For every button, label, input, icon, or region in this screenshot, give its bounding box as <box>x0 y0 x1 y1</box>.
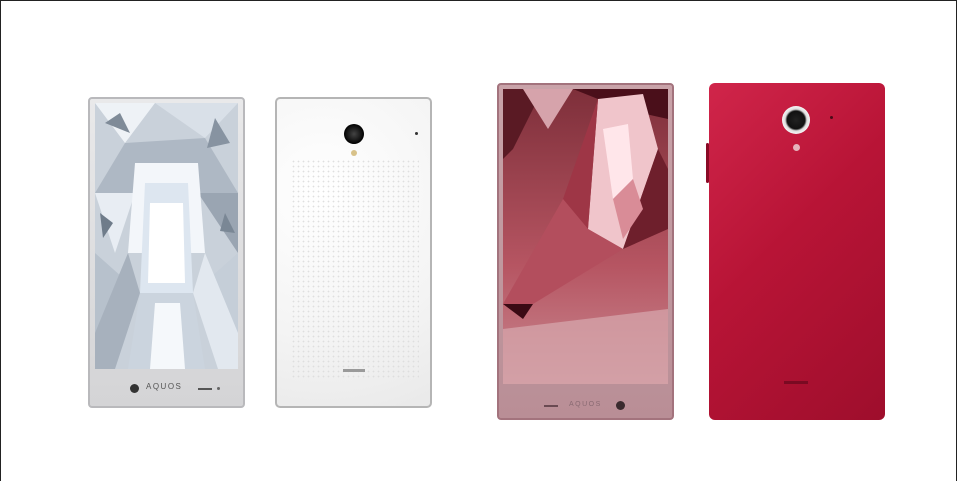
phone-white-back <box>275 97 432 408</box>
brand-logo: AQUOS <box>569 401 602 408</box>
front-camera-icon <box>130 384 139 393</box>
brand-mark <box>784 381 808 384</box>
sensor-dot <box>415 132 418 135</box>
earpiece-slot <box>198 388 212 390</box>
sensor-dot <box>217 387 220 390</box>
rear-camera-icon <box>782 106 810 134</box>
brand-logo: AQUOS <box>146 382 183 391</box>
earpiece-slot <box>544 405 558 407</box>
diamond-wallpaper-graphic <box>95 103 238 369</box>
rear-camera-icon <box>344 124 364 144</box>
flash-icon <box>793 144 800 151</box>
front-camera-icon <box>616 401 625 410</box>
side-button <box>706 143 709 183</box>
sensor-dot <box>830 116 833 119</box>
phone-red-back <box>706 83 885 420</box>
dot-texture <box>291 159 419 379</box>
brand-mark <box>343 369 365 372</box>
crystal-wallpaper-graphic <box>503 89 668 384</box>
phone-chin: AQUOS <box>90 371 243 406</box>
flash-icon <box>351 150 357 156</box>
crystal-wallpaper-screen <box>503 89 668 384</box>
phone-silver-front: AQUOS <box>88 97 245 408</box>
diamond-wallpaper-screen <box>95 103 238 369</box>
phone-red-front: AQUOS <box>497 83 674 420</box>
